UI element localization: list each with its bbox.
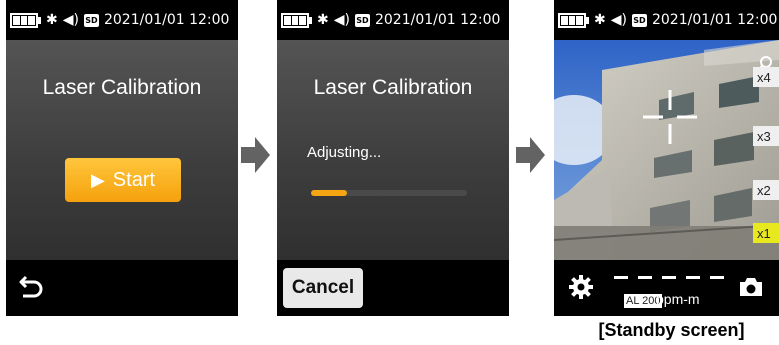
play-icon: ▶ <box>90 169 105 190</box>
screen-title: Laser Calibration <box>42 76 202 99</box>
reading-dash <box>710 276 724 279</box>
zoom-panel: x4 x3 x2 x1 <box>749 40 779 260</box>
zoom-x3-button[interactable]: x3 <box>753 126 779 146</box>
bottom-bar: AL 200 ppm-m <box>554 260 779 316</box>
battery-icon <box>558 12 589 28</box>
screen-title: Laser Calibration <box>313 76 473 99</box>
zoom-x2-button[interactable]: x2 <box>753 180 779 200</box>
camera-icon[interactable] <box>738 276 764 298</box>
volume-icon: ◀) <box>333 12 350 28</box>
sd-card-icon: SD <box>631 13 647 27</box>
reading-dash <box>614 276 628 279</box>
status-bar: ✱ ◀) SD 2021/01/01 12:00 <box>277 0 509 40</box>
datetime: 2021/01/01 12:00 <box>651 12 778 28</box>
camera-view <box>554 40 779 260</box>
datetime: 2021/01/01 12:00 <box>103 12 230 28</box>
battery-icon <box>281 12 312 28</box>
status-bar: ✱ ◀) SD 2021/01/01 12:00 <box>554 0 779 40</box>
zoom-x1-button[interactable]: x1 <box>753 223 779 243</box>
progress-bar <box>311 190 467 196</box>
screen-content: Laser Calibration Adjusting... <box>277 40 509 260</box>
gear-icon[interactable] <box>568 274 594 300</box>
bluetooth-icon: ✱ <box>46 12 58 28</box>
status-bar: ✱ ◀) SD 2021/01/01 12:00 <box>6 0 238 40</box>
volume-icon: ◀) <box>62 12 79 28</box>
unit-label: ppm-m <box>656 291 700 307</box>
reading-dash <box>686 276 700 279</box>
crosshair-icon <box>643 90 697 144</box>
battery-icon <box>10 12 41 28</box>
reading-dash <box>662 276 676 279</box>
reading-dash <box>638 276 652 279</box>
sd-card-icon: SD <box>83 13 99 27</box>
progress-fill <box>311 190 347 196</box>
zoom-x4-button[interactable]: x4 <box>753 67 779 87</box>
gas-reading <box>614 268 734 292</box>
start-button[interactable]: ▶ Start <box>65 158 181 202</box>
sd-card-icon: SD <box>354 13 370 27</box>
volume-icon: ◀) <box>610 12 627 28</box>
flow-arrow-icon <box>516 137 545 173</box>
bluetooth-icon: ✱ <box>594 12 606 28</box>
bottom-bar <box>6 260 238 316</box>
caption: [Standby screen] <box>598 320 745 340</box>
adjusting-label: Adjusting... <box>307 144 382 161</box>
datetime: 2021/01/01 12:00 <box>374 12 501 28</box>
back-icon[interactable] <box>18 273 44 301</box>
cancel-button[interactable]: Cancel <box>283 268 363 308</box>
standby-screen: ✱ ◀) SD 2021/01/01 12:00 x4 x3 x2 x1 AL … <box>554 0 779 316</box>
calibration-adjusting-screen: ✱ ◀) SD 2021/01/01 12:00 Laser Calibrati… <box>277 0 509 316</box>
bottom-bar: Cancel <box>277 260 509 316</box>
calibration-start-screen: ✱ ◀) SD 2021/01/01 12:00 Laser Calibrati… <box>6 0 238 316</box>
flow-arrow-icon <box>241 137 270 173</box>
bluetooth-icon: ✱ <box>317 12 329 28</box>
screen-content: Laser Calibration ▶ Start <box>6 40 238 260</box>
start-label: Start <box>112 168 156 191</box>
